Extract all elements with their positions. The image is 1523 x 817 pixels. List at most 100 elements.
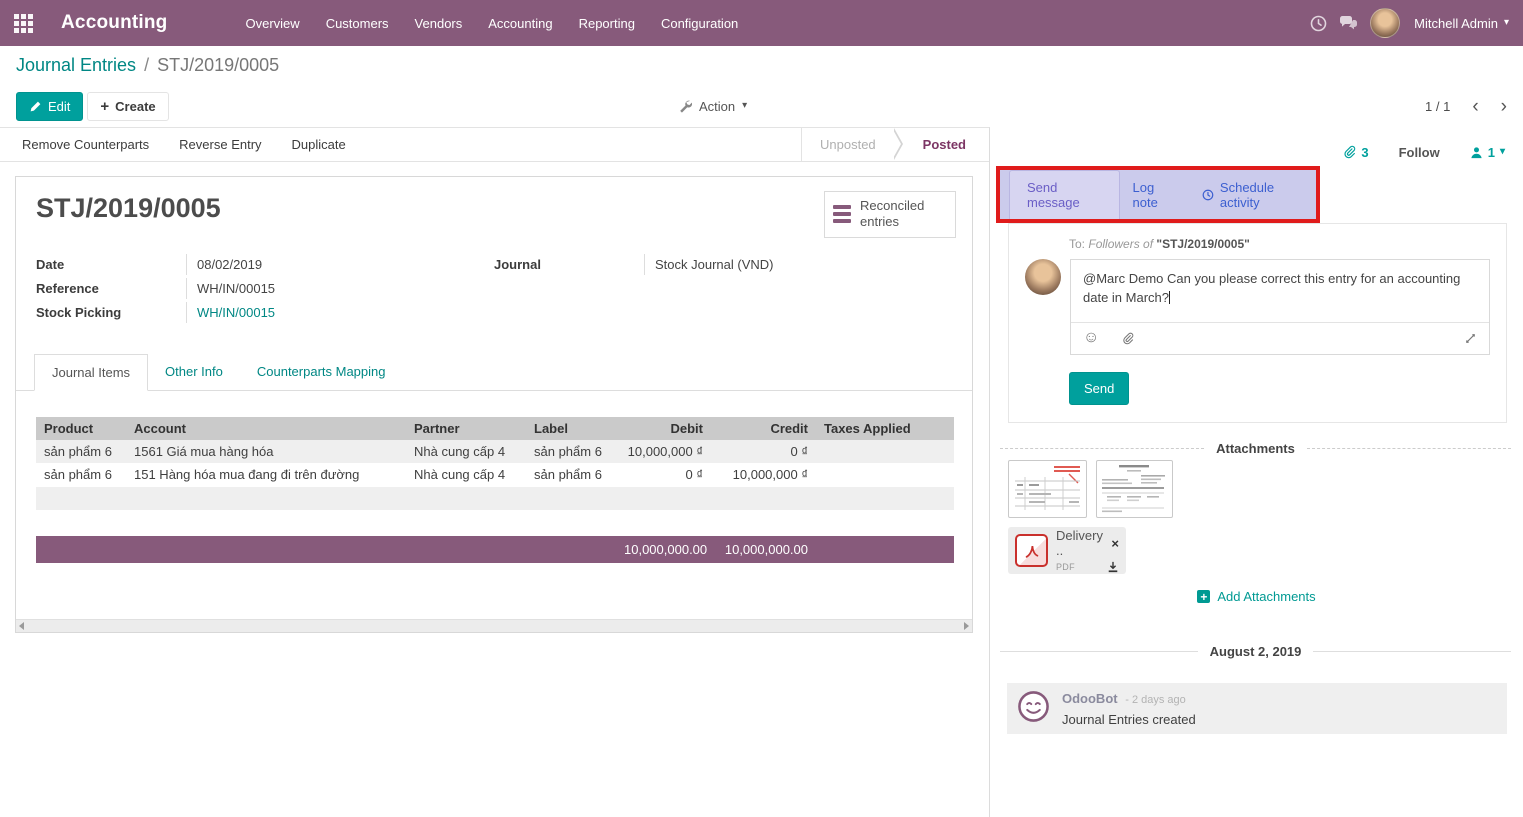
reconciled-entries-button[interactable]: Reconciled entries xyxy=(824,191,956,238)
attachment-card-pdf[interactable]: Delivery .. × PDF xyxy=(1008,527,1126,574)
date-label: Date xyxy=(36,254,186,272)
text-cursor xyxy=(1169,291,1170,304)
form-statusbar: Remove Counterparts Reverse Entry Duplic… xyxy=(0,128,989,162)
field-group: Date 08/02/2019 Reference WH/IN/00015 St… xyxy=(16,224,972,326)
table-row[interactable]: sản phẩm 6 151 Hàng hóa mua đang đi trên… xyxy=(36,463,954,486)
download-attachment-icon[interactable] xyxy=(1107,561,1119,573)
add-icon: + xyxy=(1197,590,1210,603)
pager-value: 1 / 1 xyxy=(1425,99,1450,114)
emoji-icon[interactable]: ☺ xyxy=(1083,329,1099,347)
form-view: Remove Counterparts Reverse Entry Duplic… xyxy=(0,127,990,817)
chatter-panel: 3 Follow 1 ▾ Send message Log note Sched… xyxy=(990,127,1523,817)
user-icon xyxy=(1470,146,1483,159)
reference-value: WH/IN/00015 xyxy=(186,278,476,299)
followers-button[interactable]: 1 ▾ xyxy=(1470,145,1505,160)
date-divider-label: August 2, 2019 xyxy=(1210,644,1302,659)
chatter-topbar: 3 Follow 1 ▾ xyxy=(1342,144,1505,160)
breadcrumb-current: STJ/2019/0005 xyxy=(157,55,279,76)
date-divider: August 2, 2019 xyxy=(1000,644,1511,659)
plus-icon: + xyxy=(100,98,109,115)
tab-other-info[interactable]: Other Info xyxy=(148,354,240,391)
attachments-section-divider: Attachments xyxy=(1000,441,1511,456)
notebook-tabs: Journal Items Other Info Counterparts Ma… xyxy=(16,354,972,391)
main-menu: Overview Customers Vendors Accounting Re… xyxy=(236,2,749,45)
odoobot-avatar xyxy=(1017,690,1050,723)
horizontal-scrollbar[interactable] xyxy=(16,619,972,632)
breadcrumb: Journal Entries / STJ/2019/0005 xyxy=(0,46,1523,85)
schedule-activity-tab[interactable]: Schedule activity xyxy=(1189,171,1316,219)
expand-composer-icon[interactable] xyxy=(1464,332,1477,345)
pdf-file-icon xyxy=(1015,534,1048,567)
attachment-name: Delivery .. xyxy=(1056,528,1108,558)
composer-toolbar: ☺ xyxy=(1071,322,1489,354)
journal-items-table: Product Account Partner Label Debit Cred… xyxy=(36,417,954,510)
journal-label: Journal xyxy=(494,254,644,272)
app-title[interactable]: Accounting xyxy=(61,12,168,34)
menu-overview[interactable]: Overview xyxy=(236,2,310,45)
send-message-tab[interactable]: Send message xyxy=(1009,170,1120,219)
breadcrumb-journal-entries[interactable]: Journal Entries xyxy=(16,55,136,76)
send-button[interactable]: Send xyxy=(1069,372,1129,405)
remove-counterparts-button[interactable]: Remove Counterparts xyxy=(22,137,149,152)
user-menu[interactable]: Mitchell Admin ▾ xyxy=(1414,16,1509,31)
date-value: 08/02/2019 xyxy=(186,254,476,275)
message-timestamp: - 2 days ago xyxy=(1125,694,1186,706)
menu-customers[interactable]: Customers xyxy=(316,2,399,45)
message-author[interactable]: OdooBot xyxy=(1062,691,1118,706)
attachment-thumbnail[interactable] xyxy=(1096,460,1173,518)
menu-configuration[interactable]: Configuration xyxy=(651,2,748,45)
tab-journal-items[interactable]: Journal Items xyxy=(34,354,148,391)
clock-icon xyxy=(1202,188,1214,202)
attach-file-icon[interactable] xyxy=(1121,331,1135,346)
activities-clock-icon[interactable] xyxy=(1310,15,1327,32)
annotation-highlight-box: Send message Log note Schedule activity xyxy=(996,166,1320,223)
wrench-icon xyxy=(678,99,692,113)
user-avatar[interactable] xyxy=(1370,8,1400,38)
state-posted[interactable]: Posted xyxy=(905,137,984,152)
tab-counterparts-mapping[interactable]: Counterparts Mapping xyxy=(240,354,403,391)
caret-down-icon: ▾ xyxy=(1504,18,1509,28)
menu-accounting[interactable]: Accounting xyxy=(478,2,562,45)
duplicate-button[interactable]: Duplicate xyxy=(292,137,346,152)
bars-icon xyxy=(833,205,851,223)
apps-menu-icon[interactable] xyxy=(14,14,33,33)
follow-button[interactable]: Follow xyxy=(1399,145,1440,160)
message-composer: To: Followers of "STJ/2019/0005" @Marc D… xyxy=(1008,223,1507,423)
log-note-tab[interactable]: Log note xyxy=(1120,171,1189,219)
message-body: Journal Entries created xyxy=(1062,712,1196,727)
action-dropdown[interactable]: Action ▾ xyxy=(678,99,747,114)
create-button[interactable]: + Create xyxy=(87,92,168,121)
table-empty-row xyxy=(36,487,954,510)
pager-previous-button[interactable]: ‹ xyxy=(1472,97,1478,116)
scroll-right-icon[interactable] xyxy=(964,622,969,630)
control-panel: Edit + Create Action ▾ 1 / 1 ‹ › xyxy=(0,85,1523,127)
caret-down-icon: ▾ xyxy=(1500,147,1505,157)
add-attachments-button[interactable]: + Add Attachments xyxy=(990,589,1523,604)
chatter-tabs: Send message Log note Schedule activity xyxy=(1009,170,1316,219)
composer-recipients: To: Followers of "STJ/2019/0005" xyxy=(1069,237,1490,251)
composer-record-ref: "STJ/2019/0005" xyxy=(1156,237,1249,251)
message-input-box: @Marc Demo Can you please correct this e… xyxy=(1070,259,1490,355)
stock-picking-link[interactable]: WH/IN/00015 xyxy=(186,302,476,323)
composer-avatar xyxy=(1025,259,1061,295)
menu-vendors[interactable]: Vendors xyxy=(405,2,473,45)
total-debit: 10,000,000.00 xyxy=(616,538,711,561)
attachments-title: Attachments xyxy=(1216,441,1295,456)
attachment-thumbnail[interactable] xyxy=(1008,460,1087,518)
message-textarea[interactable]: @Marc Demo Can you please correct this e… xyxy=(1071,260,1489,322)
table-row[interactable]: sản phẩm 6 1561 Giá mua hàng hóa Nhà cun… xyxy=(36,440,954,463)
scroll-left-icon[interactable] xyxy=(19,622,24,630)
state-chevron xyxy=(894,128,905,161)
pager: 1 / 1 ‹ › xyxy=(1425,97,1507,116)
edit-button[interactable]: Edit xyxy=(16,92,83,121)
reverse-entry-button[interactable]: Reverse Entry xyxy=(179,137,261,152)
state-unposted[interactable]: Unposted xyxy=(802,137,894,152)
caret-down-icon: ▾ xyxy=(742,101,747,111)
attachments-counter-button[interactable]: 3 xyxy=(1342,144,1368,160)
delete-attachment-icon[interactable]: × xyxy=(1111,537,1119,550)
stock-picking-label: Stock Picking xyxy=(36,302,186,320)
messages-icon[interactable] xyxy=(1339,15,1358,31)
form-sheet: STJ/2019/0005 Reconciled entries Date 08… xyxy=(15,176,973,633)
pager-next-button[interactable]: › xyxy=(1501,97,1507,116)
menu-reporting[interactable]: Reporting xyxy=(569,2,645,45)
